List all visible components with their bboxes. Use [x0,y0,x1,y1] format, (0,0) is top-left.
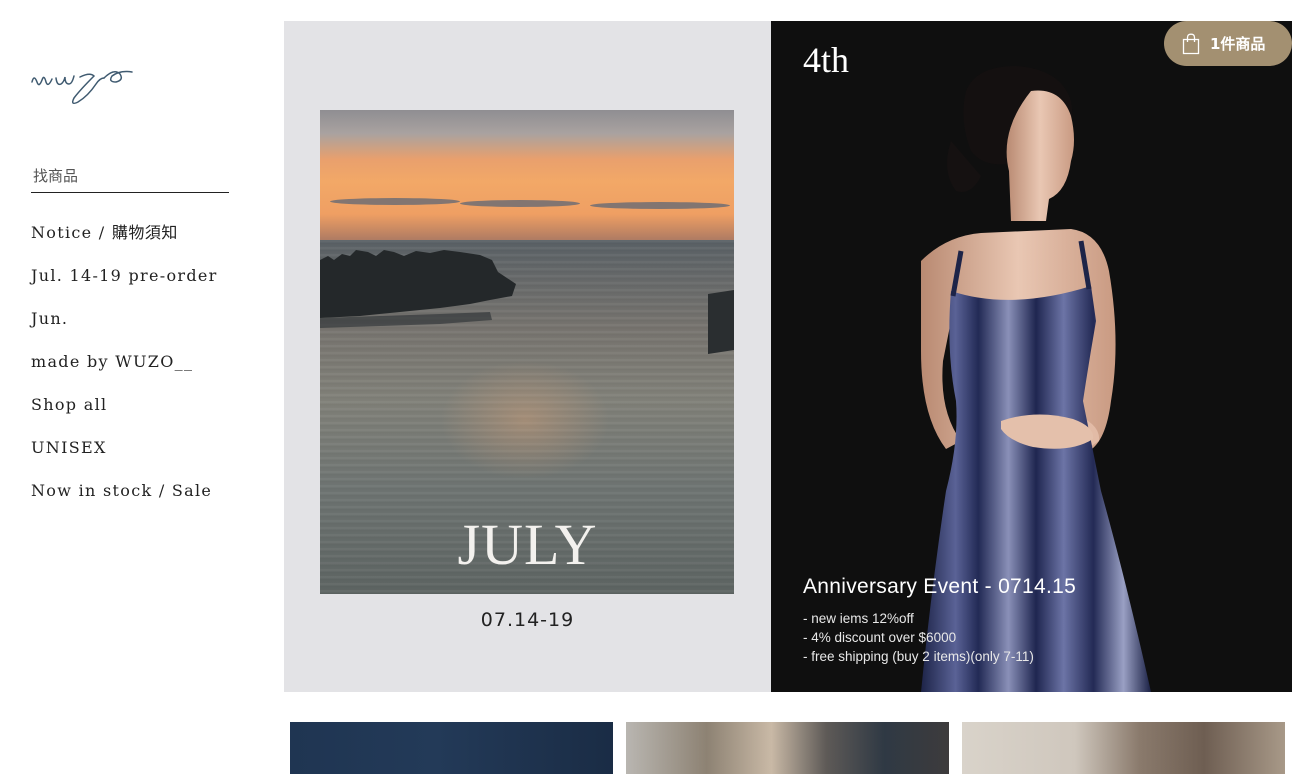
cart-button[interactable]: 1件商品 [1164,21,1292,66]
july-title: JULY [457,512,598,577]
product-thumbnail-1[interactable] [290,722,613,774]
nav-item-made-by-wuzo: made by WUZO__ [31,349,218,392]
event-bullet-2: - 4% discount over $6000 [803,630,957,645]
nav-label-cjk: 購物須知 [111,223,178,242]
nav-item-unisex: UNISEX [31,435,218,478]
nav-link-jun[interactable]: Jun. [31,309,68,328]
event-bullet-1: - new iems 12%off [803,611,914,626]
anniversary-event-title: Anniversary Event - 0714.15 [803,575,1077,598]
nav-item-now-in-stock: Now in stock / Sale [31,478,218,521]
nav-link-shop-all[interactable]: Shop all [31,395,107,414]
july-date: 07.14-19 [480,609,575,631]
event-bullet-3: - free shipping (buy 2 items)(only 7-11) [803,649,1034,664]
shopping-bag-icon [1182,33,1200,54]
sidebar: Notice / 購物須知 Jul. 14-19 pre-order Jun. … [0,0,270,774]
hero-left-panel: JULY 07.14-19 [284,21,771,692]
cart-label: 1件商品 [1210,35,1266,53]
product-thumbnail-3[interactable] [962,722,1285,774]
search-input[interactable] [31,163,223,189]
main-nav: Notice / 購物須知 Jul. 14-19 pre-order Jun. … [31,220,218,521]
nav-label: Notice / [31,223,112,242]
nav-item-jul-preorder: Jul. 14-19 pre-order [31,263,218,306]
hero-banner[interactable]: JULY 07.14-19 4th Anniversary Event - 07… [284,21,1292,692]
hero-right-panel: 4th Anniversary Event - 0714.15 - new ie… [771,21,1292,692]
nav-item-jun: Jun. [31,306,218,349]
nav-link-notice[interactable]: Notice / 購物須知 [31,223,178,242]
search-box [31,163,229,193]
anniversary-badge: 4th [803,40,850,80]
nav-link-unisex[interactable]: UNISEX [31,438,107,457]
nav-link-jul-preorder[interactable]: Jul. 14-19 pre-order [31,266,218,285]
nav-item-shop-all: Shop all [31,392,218,435]
nav-link-now-in-stock[interactable]: Now in stock / Sale [31,481,212,500]
product-thumbnail-2[interactable] [626,722,949,774]
nav-item-notice: Notice / 購物須知 [31,220,218,263]
wuzo-logo [31,70,133,105]
nav-link-made-by-wuzo[interactable]: made by WUZO__ [31,352,193,371]
